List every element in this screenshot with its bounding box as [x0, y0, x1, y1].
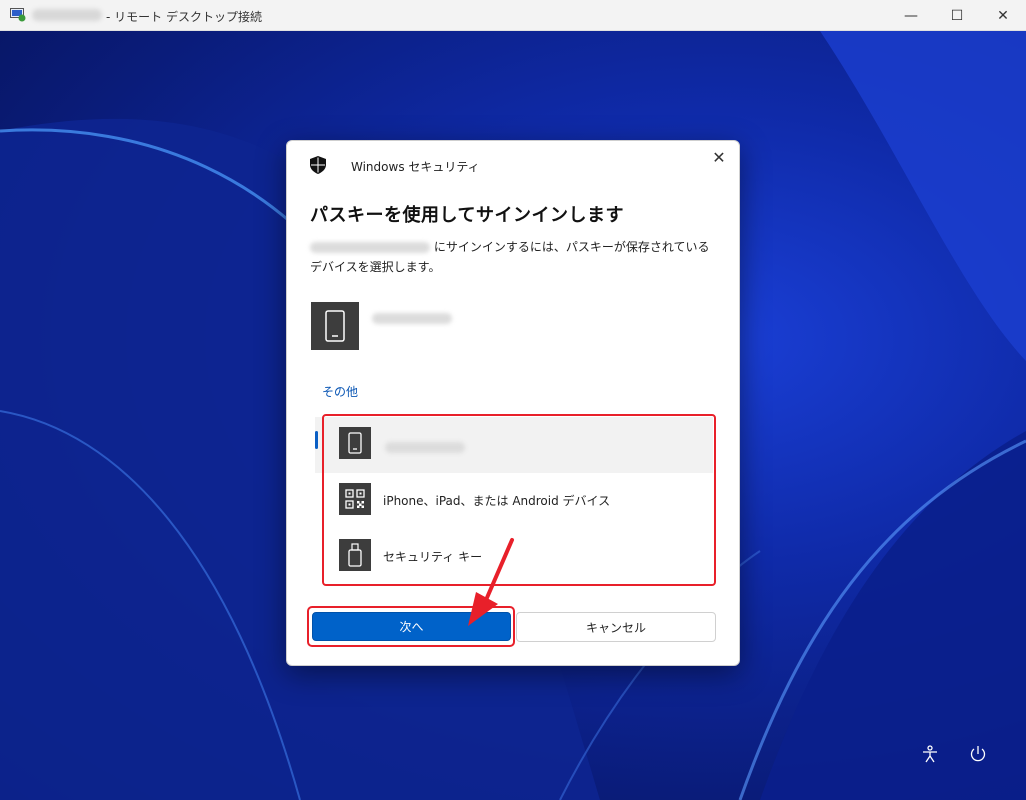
site-name-redacted	[310, 242, 430, 253]
window-titlebar: - リモート デスクトップ接続 — ☐ ✕	[0, 0, 1026, 31]
next-button-highlight-annotation	[307, 606, 515, 647]
maximize-button[interactable]: ☐	[934, 0, 980, 31]
dialog-app-title: Windows セキュリティ	[351, 160, 480, 174]
computer-name-redacted	[32, 9, 102, 21]
other-options-label[interactable]: その他	[322, 383, 358, 400]
dialog-heading: パスキーを使用してサインインします	[310, 205, 624, 226]
selection-indicator	[315, 431, 318, 449]
power-icon[interactable]	[969, 745, 993, 769]
shield-icon	[310, 156, 326, 174]
close-window-button[interactable]: ✕	[980, 0, 1026, 31]
primary-device-name-redacted	[372, 308, 452, 327]
list-highlight-annotation	[322, 414, 716, 586]
remote-desktop-icon	[10, 8, 26, 22]
windows-security-dialog: Windows セキュリティ ✕ パスキーを使用してサインインします にサインイ…	[286, 140, 740, 666]
accessibility-icon[interactable]	[921, 745, 945, 769]
cancel-button[interactable]: キャンセル	[516, 612, 716, 642]
primary-device-icon	[311, 302, 359, 350]
dialog-close-button[interactable]: ✕	[709, 149, 729, 169]
minimize-button[interactable]: —	[888, 0, 934, 31]
dialog-description: にサインインするには、パスキーが保存されているデバイスを選択します。	[310, 237, 720, 277]
window-title: - リモート デスクトップ接続	[106, 10, 262, 24]
